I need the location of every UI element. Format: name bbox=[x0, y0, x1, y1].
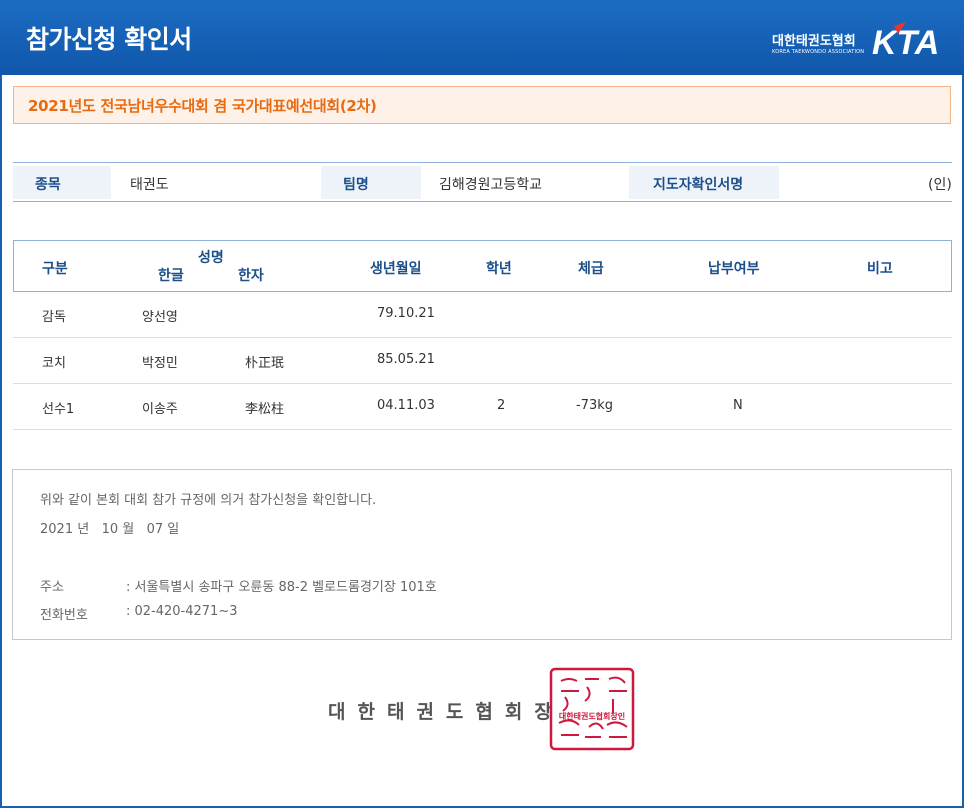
table-row: 감독 양선영 79.10.21 bbox=[13, 292, 952, 338]
header-bar: 참가신청 확인서 대한태권도협회 KOREA TAEKWONDO ASSOCIA… bbox=[0, 0, 964, 75]
cell-grade: 2 bbox=[497, 398, 506, 413]
info-row: 종목 태권도 팀명 김해경원고등학교 지도자확인서명 (인) bbox=[13, 162, 952, 202]
cell-category: 감독 bbox=[42, 310, 66, 325]
official-seal: 대한태권도협회장인 bbox=[549, 667, 635, 751]
coach-sign-label: 지도자확인서명 bbox=[629, 166, 779, 199]
sport-value: 태권도 bbox=[130, 177, 169, 193]
coach-sign-value: (인) bbox=[928, 177, 952, 193]
col-grade: 학년 bbox=[486, 261, 512, 277]
table-row: 코치 박정민 朴正珉 85.05.21 bbox=[13, 338, 952, 384]
event-banner: 2021년도 전국남녀우수대회 겸 국가대표예선대회(2차) bbox=[13, 86, 951, 124]
cell-name-korean: 이송주 bbox=[142, 402, 178, 417]
kta-logo-icon: KTA bbox=[872, 22, 939, 60]
cell-name-hanja: 朴正珉 bbox=[245, 356, 285, 371]
address-label: 주소 bbox=[40, 580, 64, 595]
sport-label: 종목 bbox=[13, 166, 111, 199]
confirmation-statement: 위와 같이 본회 대회 참가 규정에 의거 참가신청을 확인합니다. bbox=[40, 493, 377, 508]
cell-name-korean: 양선영 bbox=[142, 310, 178, 325]
team-label: 팀명 bbox=[321, 166, 421, 199]
phone-value: : 02-420-4271~3 bbox=[126, 604, 238, 619]
cell-birthdate: 04.11.03 bbox=[377, 398, 435, 413]
col-remarks: 비고 bbox=[867, 261, 893, 277]
address-value: : 서울특별시 송파구 오륜동 88-2 벨로드롬경기장 101호 bbox=[126, 580, 437, 595]
team-value: 김해경원고등학교 bbox=[439, 177, 543, 193]
cell-category: 선수1 bbox=[42, 402, 75, 417]
issuer-signature: 대한태권도협회장 bbox=[328, 701, 564, 723]
roster-header: 구분 성명 한글 한자 생년월일 학년 체급 납부여부 비고 bbox=[13, 240, 952, 292]
cell-payment: N bbox=[733, 398, 743, 413]
confirmation-date: 2021 년 10 월 07 일 bbox=[40, 522, 180, 537]
table-row: 선수1 이송주 李松柱 04.11.03 2 -73kg N bbox=[13, 384, 952, 430]
cell-name-korean: 박정민 bbox=[142, 356, 178, 371]
cell-birthdate: 79.10.21 bbox=[377, 306, 435, 321]
col-payment: 납부여부 bbox=[708, 261, 760, 277]
phone-label: 전화번호 bbox=[40, 608, 88, 623]
cell-category: 코치 bbox=[42, 356, 66, 371]
confirmation-notice: 위와 같이 본회 대회 참가 규정에 의거 참가신청을 확인합니다. 2021 … bbox=[12, 469, 952, 640]
cell-weight-class: -73kg bbox=[576, 398, 614, 413]
cell-birthdate: 85.05.21 bbox=[377, 352, 435, 367]
logo-english-text: KOREA TAEKWONDO ASSOCIATION bbox=[772, 49, 865, 55]
event-title: 2021년도 전국남녀우수대회 겸 국가대표예선대회(2차) bbox=[28, 97, 377, 115]
page-title: 참가신청 확인서 bbox=[26, 25, 192, 54]
col-name-hanja: 한자 bbox=[238, 268, 264, 284]
col-weight-class: 체급 bbox=[578, 261, 604, 277]
col-category: 구분 bbox=[42, 261, 68, 277]
cell-name-hanja: 李松柱 bbox=[245, 402, 285, 417]
roster-table: 구분 성명 한글 한자 생년월일 학년 체급 납부여부 비고 감독 양선영 79… bbox=[13, 240, 952, 430]
col-birthdate: 생년월일 bbox=[370, 261, 422, 277]
col-name: 성명 bbox=[198, 250, 224, 266]
col-name-korean: 한글 bbox=[158, 268, 184, 284]
logo-korean-text: 대한태권도협회 bbox=[772, 34, 856, 49]
logo-mark-text: KTA bbox=[872, 24, 939, 60]
